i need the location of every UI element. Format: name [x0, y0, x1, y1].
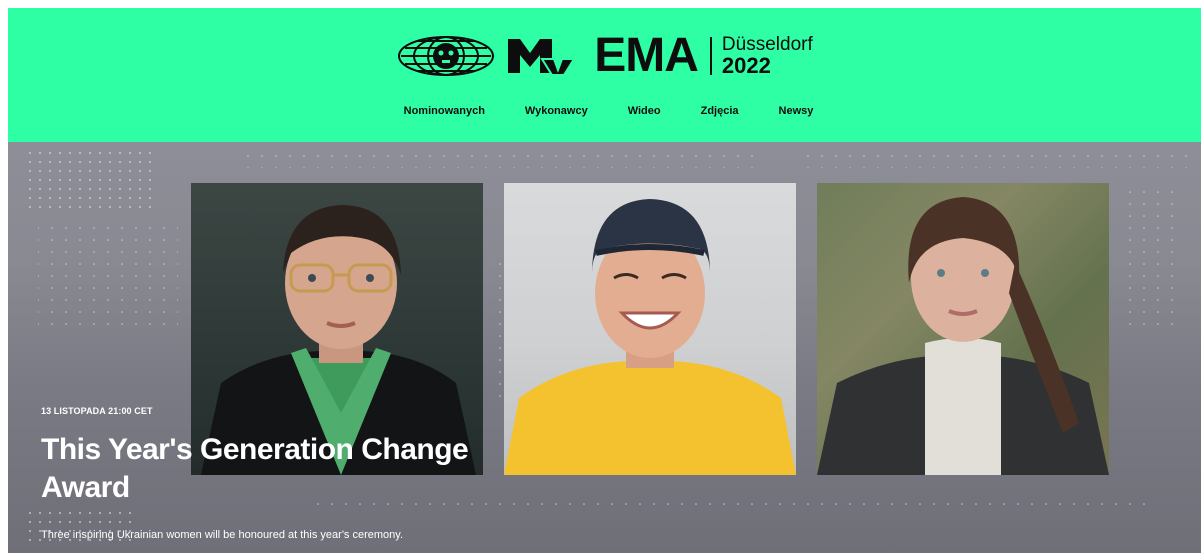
- hero-text-block: 13 LISTOPADA 21:00 CET This Year's Gener…: [41, 406, 541, 541]
- hero-title-line-1: This Year's Generation Change: [41, 433, 469, 466]
- main-nav: Nominowanych Wykonawcy Wideo Zdjęcia New…: [16, 105, 1201, 123]
- hero-banner[interactable]: 13 LISTOPADA 21:00 CET This Year's Gener…: [8, 142, 1201, 553]
- nav-item-news[interactable]: Newsy: [779, 105, 814, 123]
- nav-item-nominees[interactable]: Nominowanych: [404, 105, 485, 123]
- hero-title-line-2: Award: [41, 471, 130, 504]
- mtv-logo-icon: [508, 39, 577, 75]
- site-header: EMA Düsseldorf 2022 Nominowanych Wykonaw…: [8, 8, 1201, 142]
- event-year: 2022: [721, 53, 771, 78]
- ema-globe-icon: [398, 36, 495, 76]
- logo-divider: [709, 37, 712, 75]
- event-city: Düsseldorf: [721, 34, 813, 55]
- photo-woman-beanie: [504, 183, 796, 475]
- nav-item-photos[interactable]: Zdjęcia: [701, 105, 739, 123]
- nav-item-video[interactable]: Wideo: [628, 105, 661, 123]
- ema-wordmark: EMA: [594, 29, 699, 82]
- page: EMA Düsseldorf 2022 Nominowanych Wykonaw…: [8, 8, 1201, 553]
- hero-description: Three inspiring Ukrainian women will be …: [41, 529, 404, 541]
- event-location: Düsseldorf 2022: [722, 35, 813, 77]
- photo-woman-turtleneck: [817, 183, 1109, 475]
- nav-item-artists[interactable]: Wykonawcy: [525, 105, 588, 123]
- hero-title[interactable]: This Year's Generation Change Award: [41, 431, 541, 507]
- event-datetime: 13 LISTOPADA 21:00 CET: [41, 406, 153, 416]
- ema-logo[interactable]: EMA Düsseldorf 2022: [8, 32, 1201, 80]
